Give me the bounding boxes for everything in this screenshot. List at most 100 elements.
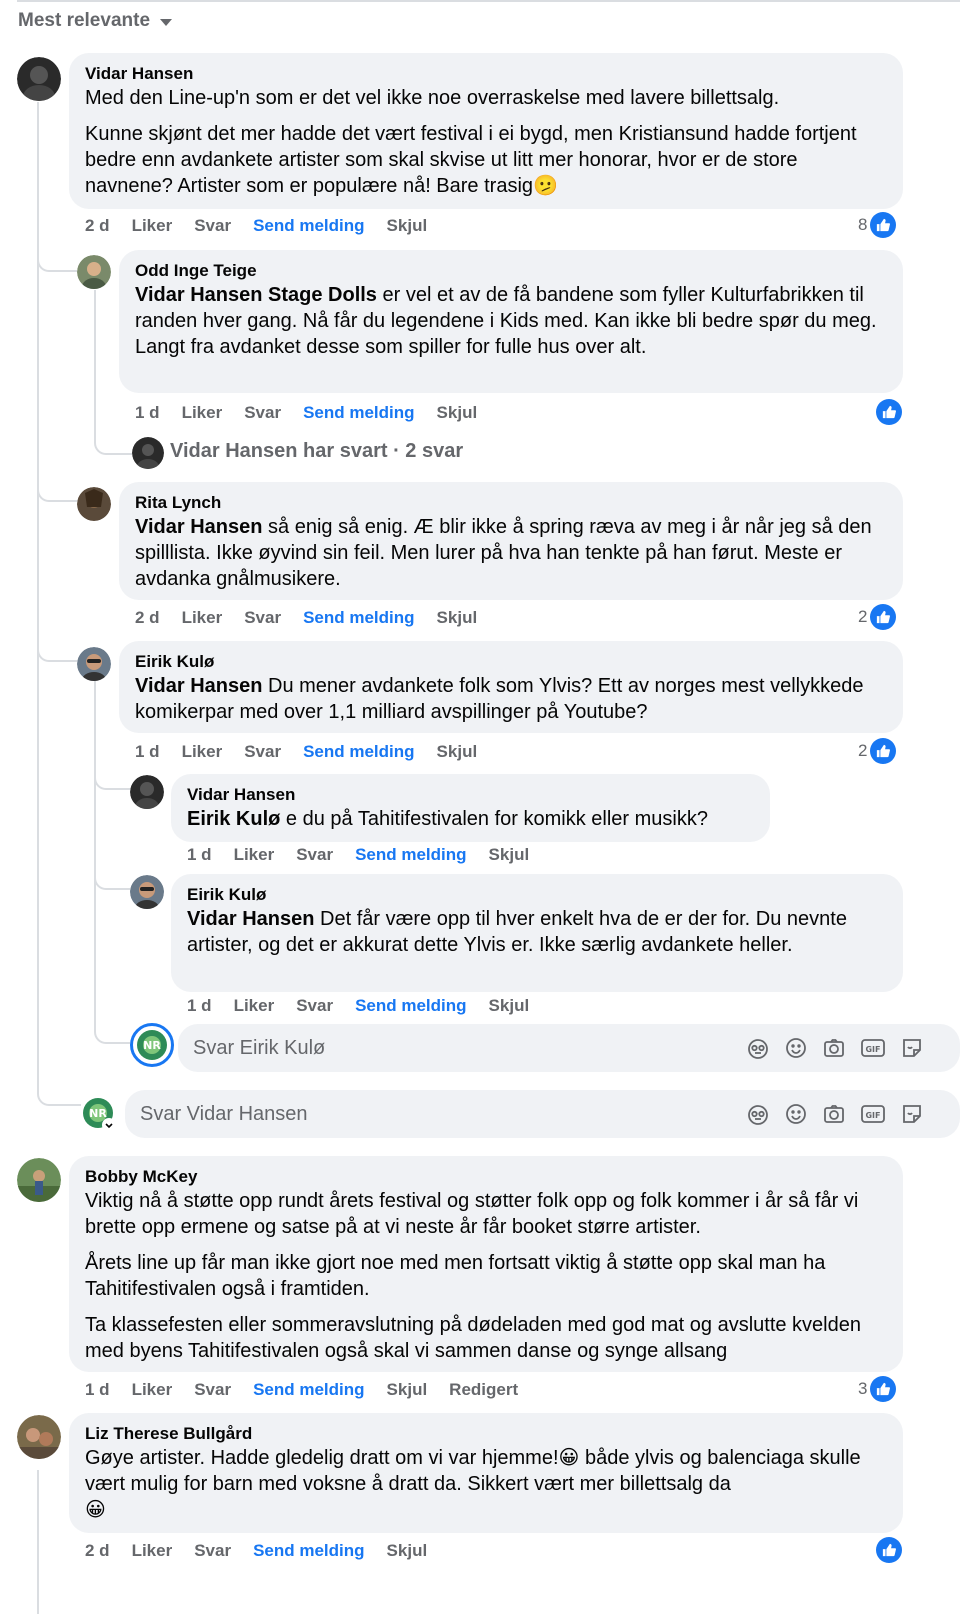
comment-actions: 2 d Liker Svar Send melding Skjul — [85, 216, 427, 236]
tagged-user[interactable]: Eirik Kulø — [187, 808, 280, 830]
avatar-sticker-icon[interactable] — [746, 1036, 770, 1060]
hide-button[interactable]: Skjul — [489, 996, 530, 1016]
send-message-button[interactable]: Send melding — [303, 742, 414, 762]
comment-author[interactable]: Liz Therese Bullgård — [85, 1423, 887, 1445]
reply-button[interactable]: Svar — [194, 216, 231, 236]
like-button[interactable]: Liker — [132, 1380, 173, 1400]
avatar[interactable] — [77, 647, 111, 681]
reaction-summary[interactable]: 2 — [858, 604, 897, 630]
hide-button[interactable]: Skjul — [437, 403, 478, 423]
comment-author[interactable]: Rita Lynch — [135, 492, 887, 514]
reaction-summary[interactable]: 3 — [858, 1376, 897, 1402]
timestamp[interactable]: 2 d — [85, 216, 110, 236]
like-button[interactable]: Liker — [234, 845, 275, 865]
reaction-summary[interactable]: 2 — [858, 738, 897, 764]
like-button[interactable]: Liker — [234, 996, 275, 1016]
send-message-button[interactable]: Send melding — [253, 216, 364, 236]
comment-author[interactable]: Vidar Hansen — [187, 784, 754, 806]
reply-button[interactable]: Svar — [296, 996, 333, 1016]
timestamp[interactable]: 1 d — [135, 403, 160, 423]
reaction-summary[interactable] — [876, 399, 902, 425]
timestamp[interactable]: 1 d — [85, 1380, 110, 1400]
like-button[interactable]: Liker — [182, 742, 223, 762]
avatar[interactable] — [17, 1158, 61, 1202]
reply-button[interactable]: Svar — [244, 608, 281, 628]
comment-bubble: Bobby McKey Viktig nå å støtte opp rundt… — [69, 1156, 903, 1372]
avatar[interactable] — [130, 775, 164, 809]
timestamp[interactable]: 1 d — [187, 996, 212, 1016]
camera-icon[interactable] — [822, 1102, 846, 1126]
view-replies-link[interactable]: Vidar Hansen har svart · 2 svar — [170, 440, 463, 463]
avatar[interactable] — [17, 57, 61, 101]
reaction-count: 2 — [858, 741, 868, 760]
send-message-button[interactable]: Send melding — [303, 608, 414, 628]
tagged-user[interactable]: Vidar Hansen Stage Dolls — [135, 284, 377, 306]
tagged-user[interactable]: Vidar Hansen — [135, 675, 262, 697]
comment-author[interactable]: Vidar Hansen — [85, 63, 887, 85]
comment-bubble: Liz Therese Bullgård Gøye artister. Hadd… — [69, 1413, 903, 1533]
gif-icon[interactable]: GIF — [860, 1102, 886, 1126]
reaction-summary[interactable] — [876, 1537, 902, 1563]
reply-input[interactable]: Svar Eirik Kulø GIF — [178, 1024, 960, 1072]
tagged-user[interactable]: Vidar Hansen — [187, 908, 314, 930]
gif-icon[interactable]: GIF — [860, 1036, 886, 1060]
timestamp[interactable]: 1 d — [135, 742, 160, 762]
reply-placeholder: Svar Eirik Kulø — [193, 1036, 326, 1059]
sticker-icon[interactable] — [900, 1036, 924, 1060]
send-message-button[interactable]: Send melding — [355, 996, 466, 1016]
top-divider — [17, 0, 960, 2]
like-button[interactable]: Liker — [132, 216, 173, 236]
reply-button[interactable]: Svar — [296, 845, 333, 865]
emoji-icon[interactable] — [784, 1036, 808, 1060]
reply-input[interactable]: Svar Vidar Hansen GIF — [125, 1090, 960, 1138]
reply-button[interactable]: Svar — [244, 403, 281, 423]
reaction-summary[interactable]: 8 — [858, 212, 897, 238]
send-message-button[interactable]: Send melding — [355, 845, 466, 865]
emoji-icon[interactable] — [784, 1102, 808, 1126]
timestamp[interactable]: 2 d — [85, 1541, 110, 1561]
comment-author[interactable]: Odd Inge Teige — [135, 260, 887, 282]
thread-line — [94, 680, 96, 1020]
avatar — [132, 437, 164, 469]
sticker-icon[interactable] — [900, 1102, 924, 1126]
hide-button[interactable]: Skjul — [489, 845, 530, 865]
comment-author[interactable]: Eirik Kulø — [187, 884, 887, 906]
svg-text:NR: NR — [89, 1107, 107, 1120]
like-button[interactable]: Liker — [182, 608, 223, 628]
comment-body: Gøye artister. Hadde gledelig dratt om v… — [85, 1447, 559, 1469]
timestamp[interactable]: 1 d — [187, 845, 212, 865]
comment-actions: 2 d Liker Svar Send melding Skjul — [85, 1541, 427, 1561]
timestamp[interactable]: 2 d — [135, 608, 160, 628]
avatar[interactable] — [77, 487, 111, 521]
hide-button[interactable]: Skjul — [387, 1380, 428, 1400]
reply-button[interactable]: Svar — [194, 1380, 231, 1400]
send-message-button[interactable]: Send melding — [253, 1380, 364, 1400]
reply-button[interactable]: Svar — [194, 1541, 231, 1561]
reply-button[interactable]: Svar — [244, 742, 281, 762]
like-button[interactable]: Liker — [182, 403, 223, 423]
avatar-sticker-icon[interactable] — [746, 1102, 770, 1126]
thumbs-up-icon — [876, 1537, 902, 1563]
comment-author[interactable]: Bobby McKey — [85, 1166, 887, 1188]
edited-label[interactable]: Redigert — [449, 1380, 518, 1400]
avatar[interactable]: NR — [81, 1096, 117, 1132]
comment-bubble: Eirik Kulø Vidar Hansen Du mener avdanke… — [119, 641, 903, 733]
camera-icon[interactable] — [822, 1036, 846, 1060]
hide-button[interactable]: Skjul — [387, 1541, 428, 1561]
thumbs-up-icon — [870, 738, 897, 764]
send-message-button[interactable]: Send melding — [303, 403, 414, 423]
avatar[interactable] — [130, 875, 164, 909]
tagged-user[interactable]: Vidar Hansen — [135, 516, 262, 538]
like-button[interactable]: Liker — [132, 1541, 173, 1561]
svg-text:GIF: GIF — [865, 1111, 880, 1120]
avatar[interactable] — [77, 255, 111, 289]
send-message-button[interactable]: Send melding — [253, 1541, 364, 1561]
comment-author[interactable]: Eirik Kulø — [135, 651, 887, 673]
hide-button[interactable]: Skjul — [437, 742, 478, 762]
hide-button[interactable]: Skjul — [437, 608, 478, 628]
sort-dropdown[interactable]: Mest relevante — [18, 10, 173, 32]
avatar[interactable] — [17, 1415, 61, 1459]
hide-button[interactable]: Skjul — [387, 216, 428, 236]
avatar[interactable]: NR — [130, 1023, 174, 1067]
comment-actions: 1 d Liker Svar Send melding Skjul Redige… — [85, 1380, 518, 1400]
